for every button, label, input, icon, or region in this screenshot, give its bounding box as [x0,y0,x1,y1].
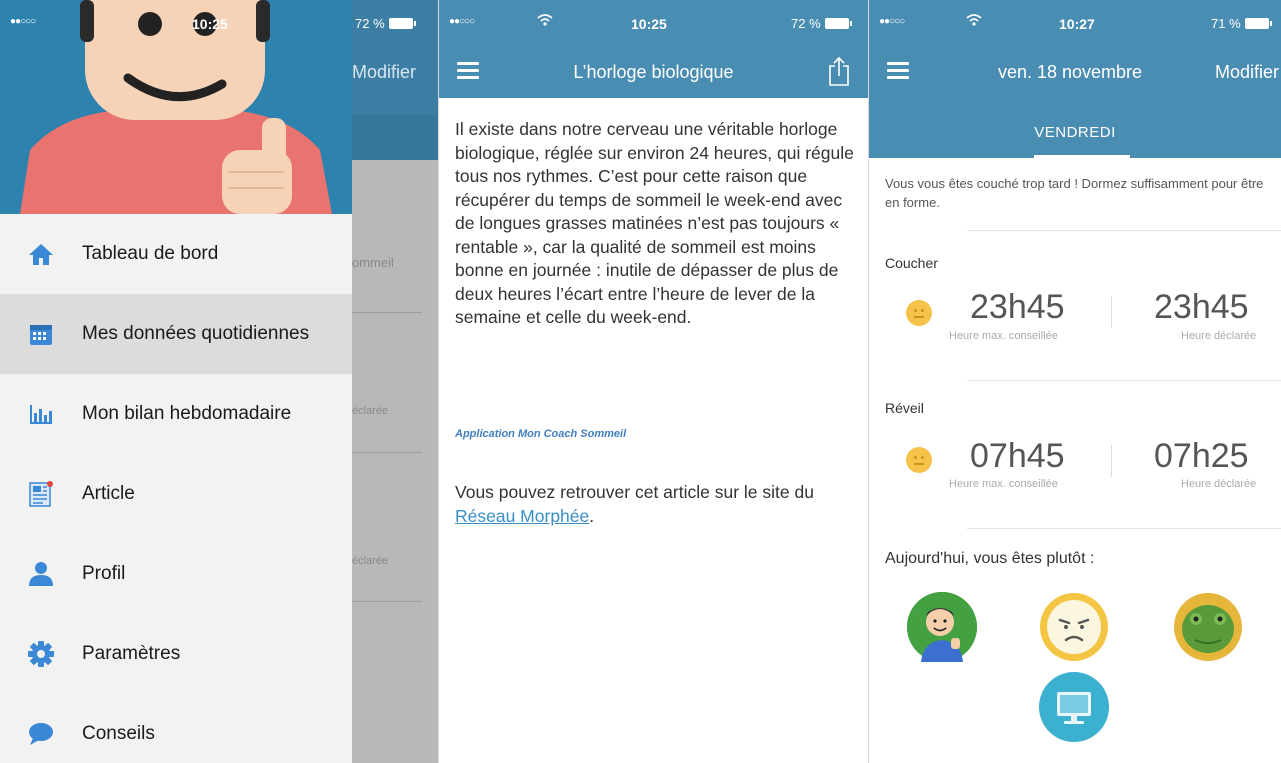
battery-indicator: 72 % [791,16,852,31]
divider [967,230,1281,231]
day-tab-bar: VENDREDI [869,110,1281,158]
reveil-max-label: Heure max. conseillée [949,478,1058,490]
battery-indicator: 72 % [355,16,416,31]
status-bar: ●●○○○ 10:25 72 % [0,0,438,50]
battery-percent: 71 % [1211,16,1241,31]
profile-icon [28,561,54,587]
side-drawer: Tableau de bord Mes données quotidiennes… [0,0,352,763]
mood-question: Aujourd'hui, vous êtes plutôt : [885,550,1095,567]
background-label: éclarée [352,405,389,417]
section-title-coucher: Coucher [885,255,938,271]
battery-icon [1244,18,1272,29]
menu-item-label: Tableau de bord [82,243,219,264]
screen-daily: ven. 18 novembre Modifier VENDREDI Vous … [868,0,1281,763]
article-text: Il existe dans notre cerveau une véritab… [455,119,854,327]
neutral-face-icon [906,300,932,326]
vertical-divider [1111,296,1112,328]
neutral-face-icon [906,447,932,473]
footer-text: Vous pouvez retrouver cet article sur le… [455,482,814,502]
menu-item-label: Paramètres [82,643,181,664]
grumpy-face-icon [1040,593,1108,661]
crocodile-face-icon [1174,593,1242,661]
mood-grumpy-button[interactable] [1039,592,1109,662]
menu-item-article[interactable]: Article [0,454,352,534]
menu-item-label: Article [82,483,135,504]
advice-text: Vous vous êtes couché trop tard ! Dormez… [885,176,1264,210]
background-divider [352,452,422,453]
background-label: ommeil [352,255,394,270]
article-source: Application Mon Coach Sommeil [455,428,627,440]
signal-indicator: ●●○○○ [449,16,475,27]
menu-item-tableau-de-bord[interactable]: Tableau de bord [0,214,352,294]
menu-item-mes-donnees-quotidiennes[interactable]: Mes données quotidiennes [0,294,352,374]
battery-percent: 72 % [791,16,821,31]
menu-item-profil[interactable]: Profil [0,534,352,614]
mood-happy-button[interactable] [907,592,977,662]
status-time: 10:25 [192,16,228,32]
divider [967,380,1281,381]
modifier-button[interactable]: Modifier [1215,62,1279,83]
menu-item-mon-bilan-hebdomadaire[interactable]: Mon bilan hebdomadaire [0,374,352,454]
signal-indicator: ●●○○○ [879,16,905,27]
status-bar: ●●○○○ 10:25 72 % [439,0,868,50]
background-divider [352,312,422,313]
status-bar: ●●○○○ 10:27 71 % [869,0,1281,50]
wifi-icon [537,14,553,29]
battery-icon [824,18,852,29]
status-time: 10:25 [631,16,667,32]
monitor-icon [1039,672,1109,742]
status-time: 10:27 [1059,16,1095,32]
screen-menu: Modifier ommeil éclarée éclarée Tableau … [0,0,438,763]
share-icon[interactable] [828,56,850,91]
background-label: éclarée [352,555,389,567]
signal-indicator: ●●○○○ [10,16,36,27]
mood-tired-button[interactable] [1173,592,1243,662]
reseau-morphee-link[interactable]: Réseau Morphée [455,506,589,526]
page-title: L’horloge biologique [573,62,734,82]
menu-item-label: Conseils [82,723,155,744]
menu-item-label: Mon bilan hebdomadaire [82,403,292,424]
mood-screen-button[interactable] [1039,672,1109,742]
coucher-declared-time: 23h45 [1154,288,1249,326]
menu-item-parametres[interactable]: Paramètres [0,614,352,694]
tab-vendredi[interactable]: VENDREDI [869,124,1281,141]
home-icon [28,241,54,267]
bar-chart-icon [28,401,54,427]
background-divider [352,601,422,602]
vertical-divider [1111,445,1112,477]
menu-item-conseils[interactable]: Conseils [0,694,352,763]
divider [967,528,1281,529]
reveil-declared-label: Heure déclarée [1181,478,1257,490]
footer-punctuation: . [589,505,595,526]
tab-indicator [1034,155,1130,158]
battery-percent: 72 % [355,16,385,31]
coucher-max-time: 23h45 [970,288,1065,326]
article-icon [28,481,54,507]
battery-indicator: 71 % [1211,16,1272,31]
article-footer-text: Vous pouvez retrouver cet article sur le… [455,481,855,528]
modifier-button-behind[interactable]: Modifier [352,62,416,83]
nav-row: ven. 18 novembre Modifier [869,50,1281,98]
battery-icon [388,18,416,29]
reveil-max-time: 07h45 [970,437,1065,475]
section-title-reveil: Réveil [885,400,924,416]
nav-row: L’horloge biologique [439,50,868,98]
screen-article: L’horloge biologique Il existe dans notr… [438,0,868,763]
calendar-icon [28,321,54,347]
chat-bubble-icon [28,721,54,747]
settings-icon [28,641,54,667]
reveil-declared-time: 07h25 [1154,437,1249,475]
happy-person-icon [907,592,977,662]
drawer-menu: Tableau de bord Mes données quotidiennes… [0,214,352,763]
menu-item-label: Profil [82,563,126,584]
menu-item-label: Mes données quotidiennes [82,323,310,344]
coucher-declared-label: Heure déclarée [1181,330,1257,342]
coucher-max-label: Heure max. conseillée [949,330,1058,342]
wifi-icon [966,14,982,29]
